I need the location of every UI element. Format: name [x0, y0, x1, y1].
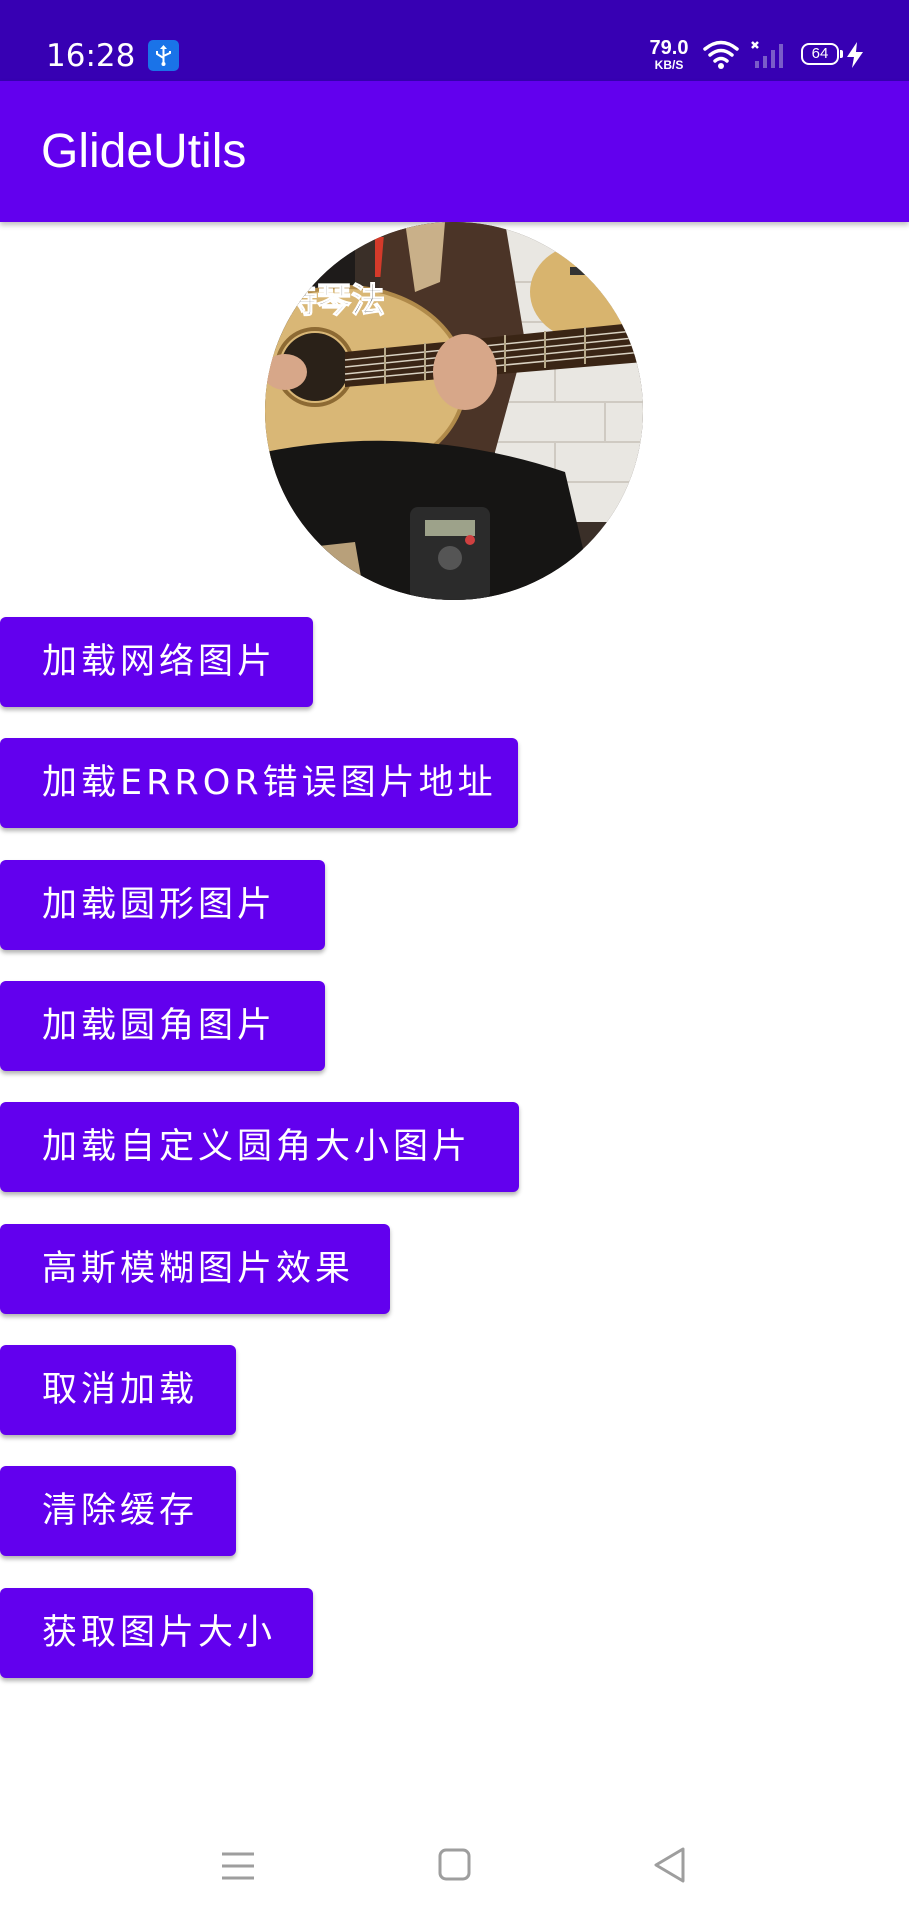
network-speed: 79.0 KB/S	[643, 38, 695, 71]
load-custom-rounded-image-button[interactable]: 加载自定义圆角大小图片	[0, 1102, 519, 1192]
load-network-image-button[interactable]: 加载网络图片	[0, 617, 313, 707]
status-time: 16:28	[46, 38, 136, 74]
clear-cache-button[interactable]: 清除缓存	[0, 1466, 236, 1556]
navigation-bar	[0, 1810, 909, 1920]
load-circle-image-button[interactable]: 加载圆形图片	[0, 860, 325, 950]
circular-guitar-image: ne	[265, 222, 643, 600]
signal-icon	[750, 40, 786, 74]
network-speed-unit: KB/S	[654, 58, 684, 72]
network-speed-value: 79.0	[649, 37, 689, 59]
home-icon[interactable]	[438, 1848, 471, 1885]
app-title: GlideUtils	[41, 125, 247, 178]
status-bar: 16:28 79.0 KB/S 64	[0, 0, 909, 81]
usb-icon	[148, 40, 179, 71]
battery-cap	[840, 50, 843, 58]
load-rounded-image-button[interactable]: 加载圆角图片	[0, 981, 325, 1071]
charging-icon	[846, 42, 864, 72]
image-overlay-text: 持琴法	[283, 281, 385, 321]
cancel-load-button[interactable]: 取消加载	[0, 1345, 236, 1435]
battery-icon: 64	[801, 43, 839, 65]
wifi-icon	[703, 40, 739, 74]
load-error-image-url-button[interactable]: 加载ERROR错误图片地址	[0, 738, 518, 828]
app-bar: GlideUtils	[0, 81, 909, 222]
gaussian-blur-button[interactable]: 高斯模糊图片效果	[0, 1224, 390, 1314]
get-image-size-button[interactable]: 获取图片大小	[0, 1588, 313, 1678]
back-icon[interactable]	[652, 1846, 686, 1888]
menu-icon[interactable]	[222, 1850, 254, 1886]
